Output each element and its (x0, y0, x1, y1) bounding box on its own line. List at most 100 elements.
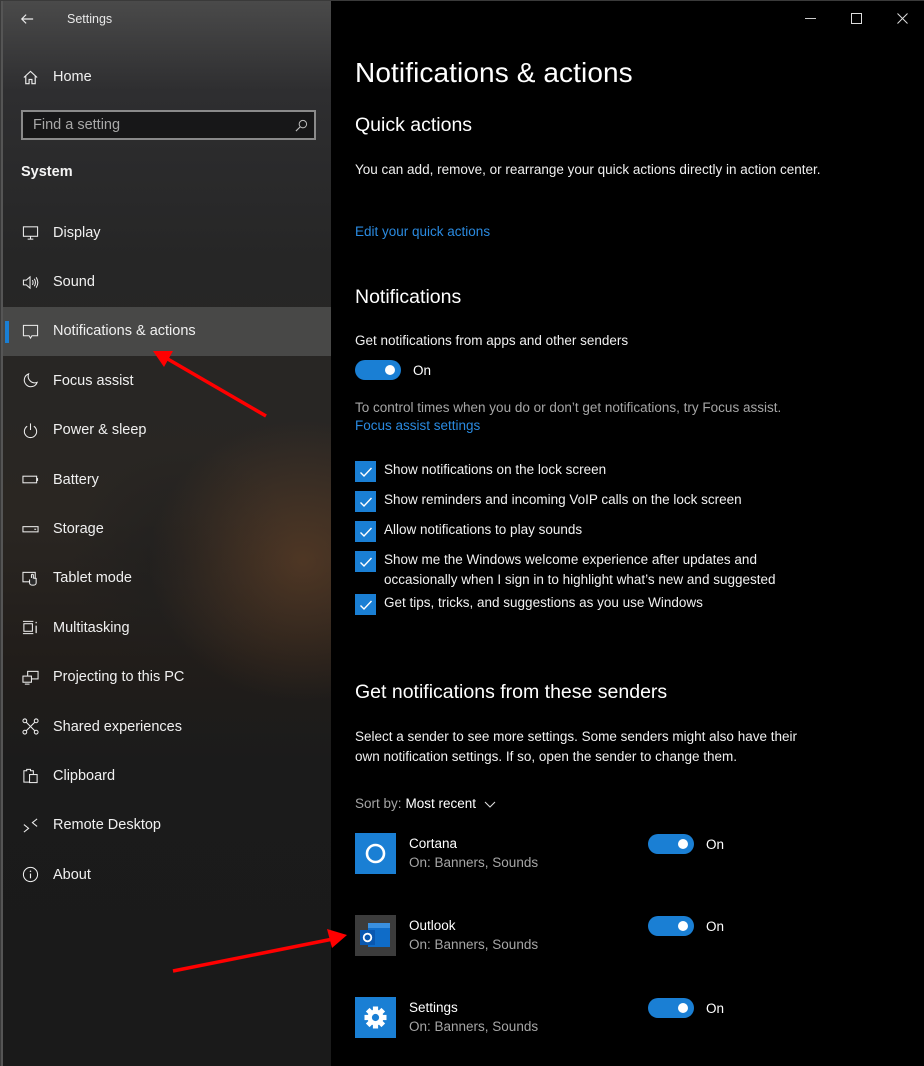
storage-icon (21, 520, 39, 538)
checkbox-row[interactable]: Allow notifications to play sounds (355, 520, 835, 542)
checkbox-row[interactable]: Show reminders and incoming VoIP calls o… (355, 490, 835, 512)
sender-row-settings[interactable]: Settings On: Banners, Sounds On (355, 997, 915, 1039)
sidebar-item-clipboard[interactable]: Clipboard (3, 751, 333, 800)
checkmark-icon (359, 467, 372, 477)
info-icon (21, 866, 39, 884)
checkbox-checked[interactable] (355, 491, 376, 512)
maximize-icon (850, 12, 862, 24)
sidebar-item-tablet-mode[interactable]: Tablet mode (3, 554, 333, 603)
checkbox-label: Get tips, tricks, and suggestions as you… (384, 595, 703, 610)
monitor-icon (21, 224, 39, 242)
sidebar-item-projecting[interactable]: Projecting to this PC (3, 653, 333, 702)
main-content: Notifications & actions Quick actions Yo… (331, 1, 924, 1066)
message-icon (21, 322, 39, 340)
sidebar-item-label: Projecting to this PC (53, 669, 185, 686)
sidebar-item-label: Storage (53, 521, 104, 538)
notifications-toggle[interactable] (355, 360, 401, 380)
tablet-icon (21, 569, 39, 587)
sidebar-item-shared-experiences[interactable]: Shared experiences (3, 702, 333, 751)
close-button[interactable] (879, 1, 924, 35)
shared-icon (21, 718, 39, 736)
sidebar-item-battery[interactable]: Battery (3, 455, 333, 504)
page-title: Notifications & actions (355, 57, 633, 88)
checkbox-row[interactable]: Get tips, tricks, and suggestions as you… (355, 593, 835, 615)
checkbox-label: Show me the Windows welcome experience a… (384, 552, 776, 587)
sidebar-item-power-sleep[interactable]: Power & sleep (3, 406, 333, 455)
sender-detail: On: Banners, Sounds (409, 855, 539, 870)
checkbox-checked[interactable] (355, 461, 376, 482)
projecting-icon (21, 668, 39, 686)
sender-row-outlook[interactable]: Outlook On: Banners, Sounds On (355, 915, 915, 957)
sidebar-item-label: Shared experiences (53, 718, 182, 735)
toggle-knob (678, 1003, 688, 1013)
checkmark-icon (359, 497, 372, 507)
sidebar-item-label: Multitasking (53, 619, 130, 636)
search-icon[interactable] (288, 119, 314, 132)
sidebar-item-label: Battery (53, 471, 99, 488)
toggle-knob (678, 921, 688, 931)
sidebar-item-label: About (53, 866, 91, 883)
senders-description: Select a sender to see more settings. So… (355, 729, 797, 764)
sender-row-cortana[interactable]: Cortana On: Banners, Sounds On (355, 833, 915, 875)
app-title: Settings (67, 12, 113, 26)
checkbox-checked[interactable] (355, 551, 376, 572)
sidebar-item-remote-desktop[interactable]: Remote Desktop (3, 801, 333, 850)
sidebar-nav: Display Sound Notifications & actions Fo… (3, 208, 333, 899)
toggle-state-label: On (706, 1000, 725, 1016)
toggle-state-label: On (706, 918, 725, 934)
sidebar-item-label: Sound (53, 274, 95, 291)
sender-toggle[interactable] (648, 834, 694, 854)
focus-assist-settings-link[interactable]: Focus assist settings (355, 418, 480, 433)
sidebar-item-label: Display (53, 224, 101, 241)
sidebar-item-about[interactable]: About (3, 850, 333, 899)
speaker-icon (21, 273, 39, 291)
focus-assist-hint: To control times when you do or don’t ge… (355, 400, 782, 415)
search-box[interactable] (21, 110, 316, 140)
sidebar-item-display[interactable]: Display (3, 208, 333, 257)
chevron-down-icon (484, 801, 496, 808)
checkbox-row[interactable]: Show me the Windows welcome experience a… (355, 550, 835, 589)
sender-toggle[interactable] (648, 916, 694, 936)
sidebar-item-label: Clipboard (53, 767, 116, 784)
sender-toggle-row: On (648, 998, 724, 1018)
minimize-button[interactable] (787, 1, 833, 35)
senders-heading: Get notifications from these senders (355, 681, 668, 703)
back-button[interactable] (3, 1, 51, 37)
toggle-state-label: On (706, 836, 725, 852)
quick-actions-description: You can add, remove, or rearrange your q… (355, 162, 821, 177)
checkbox-row[interactable]: Show notifications on the lock screen (355, 460, 835, 482)
toggle-knob (385, 365, 395, 375)
checkbox-label: Show reminders and incoming VoIP calls o… (384, 492, 742, 507)
sidebar-item-storage[interactable]: Storage (3, 504, 333, 553)
sort-dropdown[interactable]: Sort by: Most recent (355, 796, 496, 811)
sort-label: Sort by: (355, 796, 402, 811)
checkbox-checked[interactable] (355, 521, 376, 542)
clipboard-icon (21, 767, 39, 785)
edit-quick-actions-link[interactable]: Edit your quick actions (355, 224, 490, 239)
checkbox-checked[interactable] (355, 594, 376, 615)
sidebar-item-multitasking[interactable]: Multitasking (3, 603, 333, 652)
title-bar: Settings (3, 1, 333, 37)
search-input[interactable] (23, 117, 288, 133)
settings-gear-icon (355, 997, 396, 1038)
notification-checkboxes: Show notifications on the lock screen Sh… (355, 460, 835, 623)
checkmark-icon (359, 557, 372, 567)
notifications-toggle-row: On (355, 360, 431, 380)
sidebar: Settings Home System Display Sound (1, 1, 333, 1066)
moon-icon (21, 372, 39, 390)
sidebar-item-label: Power & sleep (53, 422, 147, 439)
close-icon (896, 12, 908, 24)
sort-value: Most recent (405, 796, 477, 811)
sender-detail: On: Banners, Sounds (409, 937, 539, 952)
cortana-icon (355, 833, 396, 874)
settings-window: Settings Home System Display Sound (0, 0, 924, 1066)
remote-icon (21, 816, 39, 834)
sender-toggle[interactable] (648, 998, 694, 1018)
checkbox-label: Show notifications on the lock screen (384, 462, 607, 477)
sidebar-item-notifications-actions[interactable]: Notifications & actions (3, 306, 333, 357)
sidebar-item-sound[interactable]: Sound (3, 257, 333, 306)
maximize-button[interactable] (833, 1, 879, 35)
sidebar-item-home[interactable]: Home (3, 59, 333, 95)
sidebar-item-focus-assist[interactable]: Focus assist (3, 356, 333, 405)
notifications-toggle-caption: Get notifications from apps and other se… (355, 333, 629, 348)
